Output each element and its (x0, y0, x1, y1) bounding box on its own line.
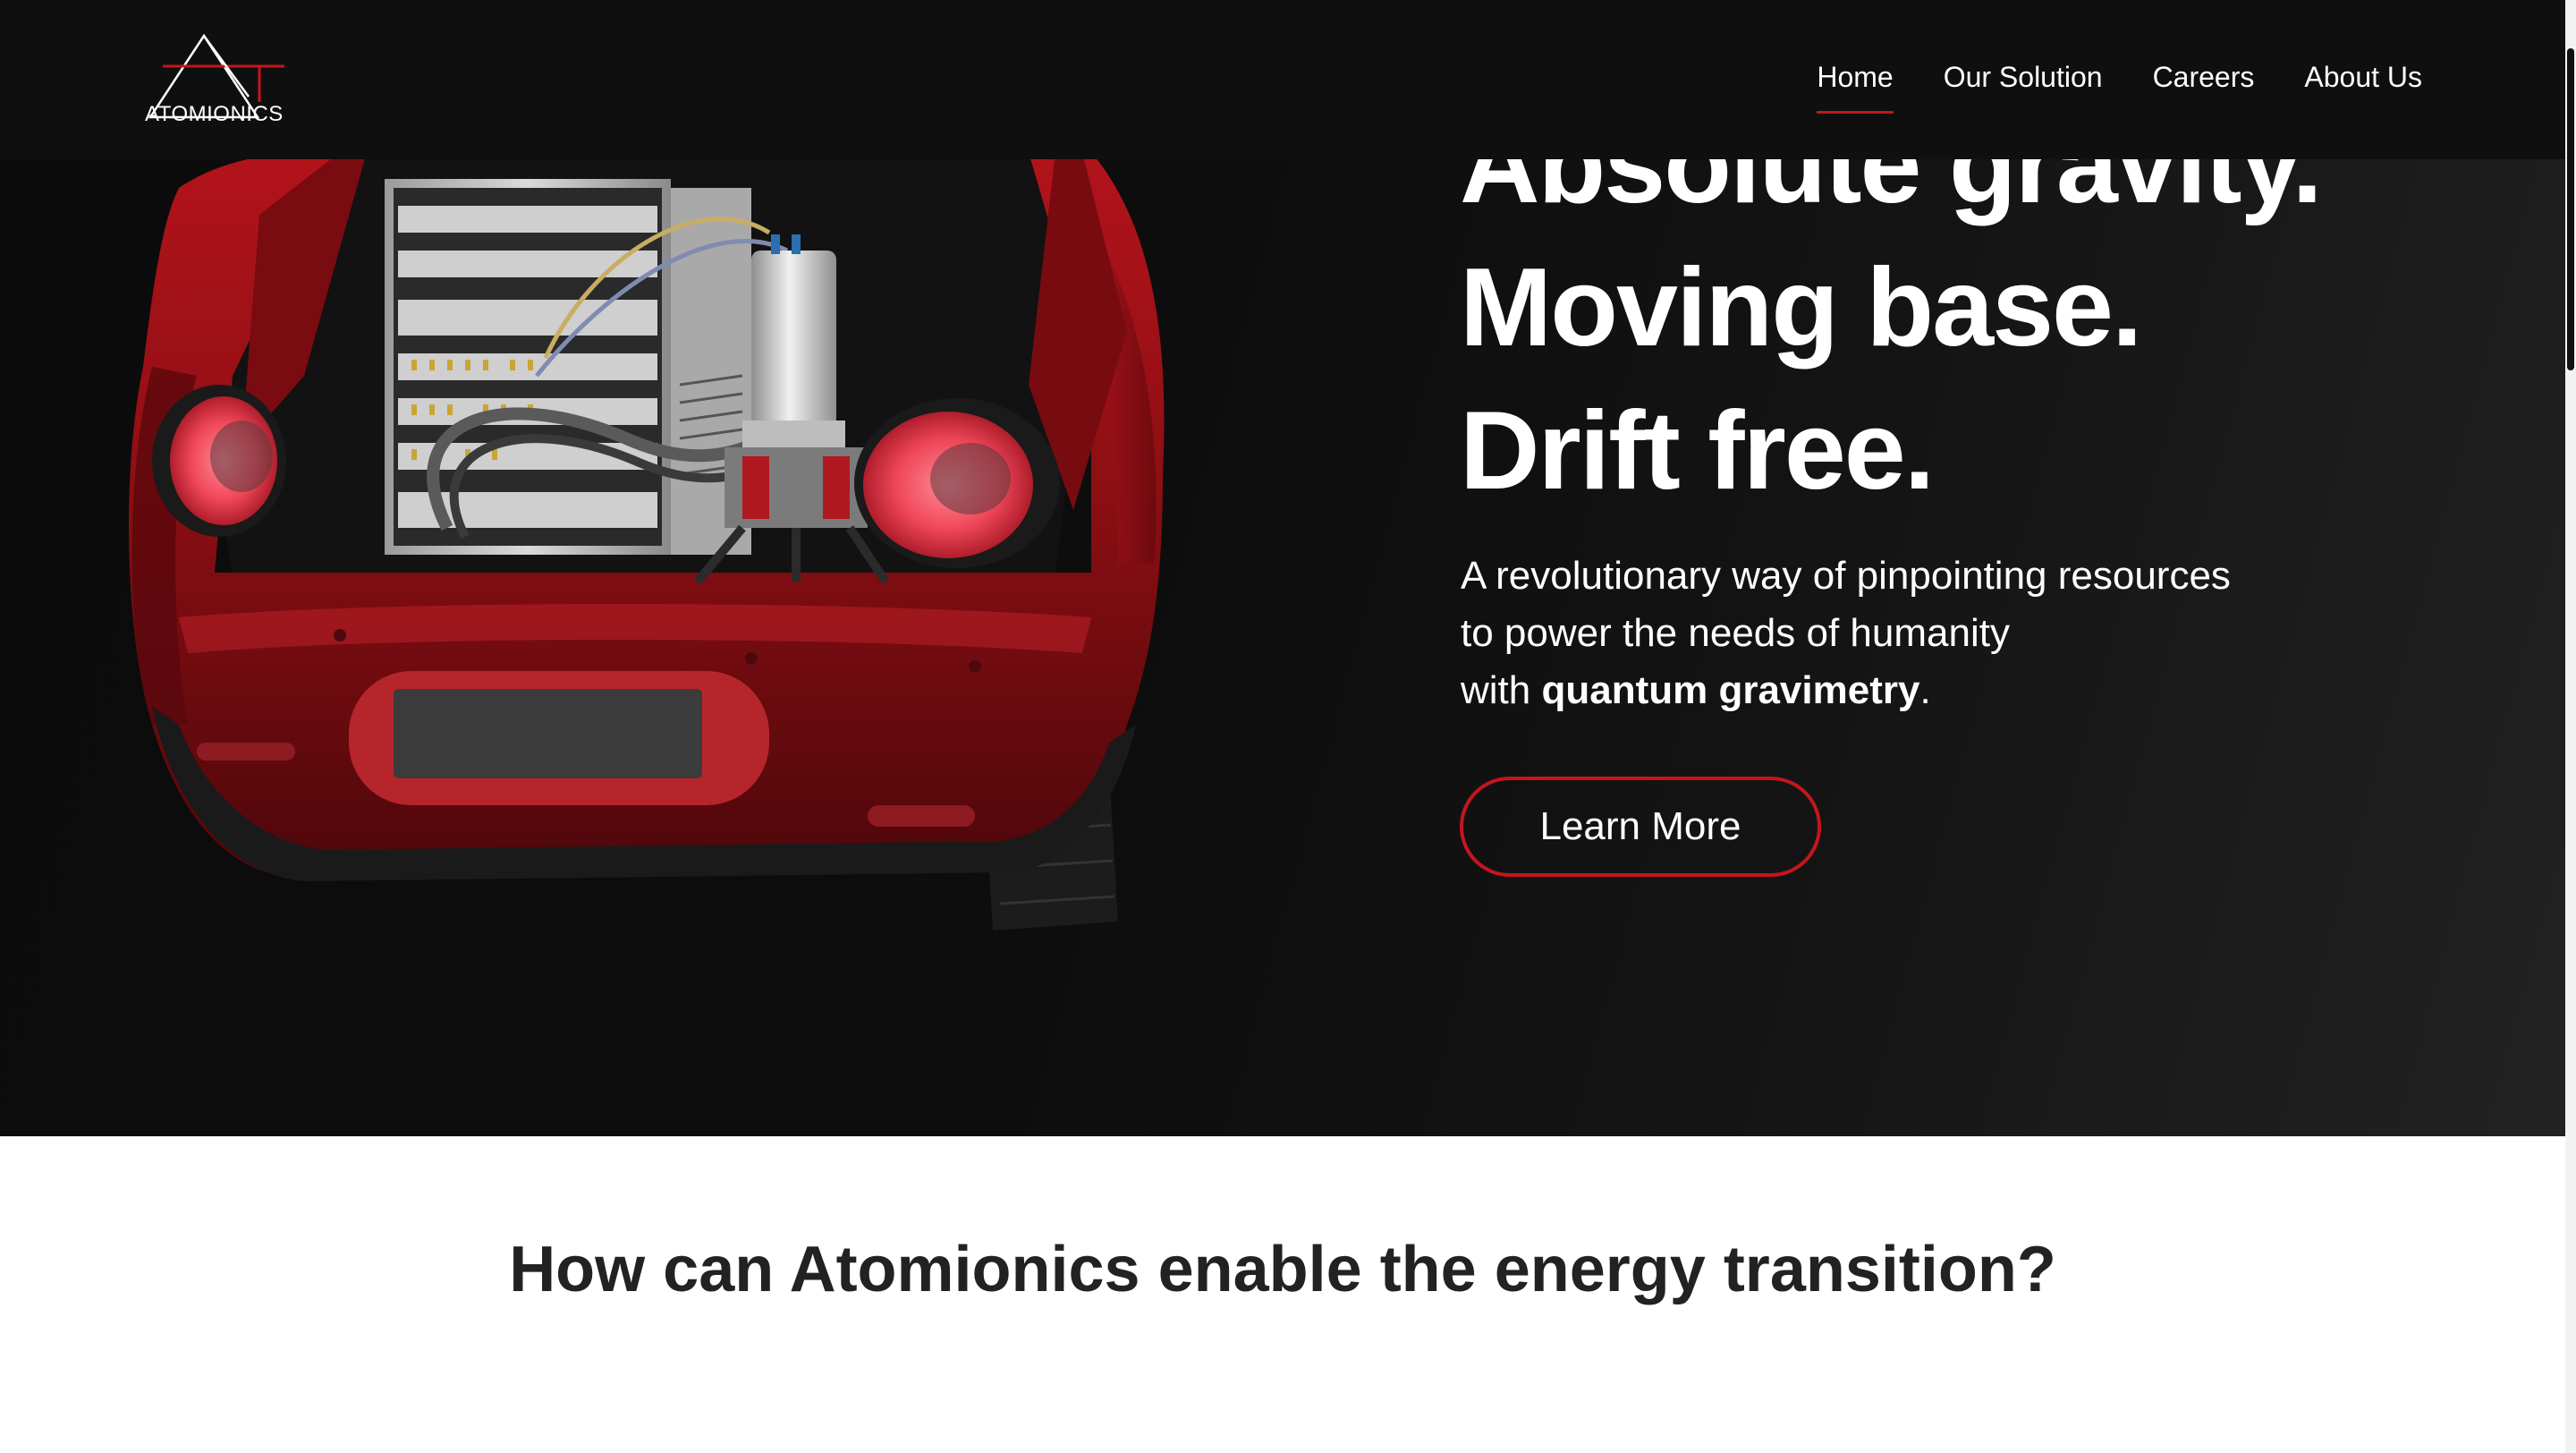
navbar: ATOMIONICS Home Our Solution Careers Abo… (0, 0, 2565, 159)
nav-item-about-us[interactable]: About Us (2304, 61, 2422, 94)
car-trunk-with-gravimeter-icon (125, 152, 1181, 939)
headline-line-3: Drift free. (1460, 389, 1935, 513)
subtext-prefix: with (1461, 668, 1542, 712)
subtext-line-3: with quantum gravimetry. (1461, 662, 2355, 719)
headline-line-2: Moving base. (1460, 246, 2142, 370)
page-scrollbar[interactable] (2565, 0, 2576, 1453)
logo-text: ATOMIONICS (145, 102, 284, 126)
hero-section: Absolute gravity. Moving base. Drift fre… (0, 0, 2565, 1136)
atomionics-logo[interactable]: ATOMIONICS (141, 32, 293, 131)
nav-item-our-solution[interactable]: Our Solution (1944, 61, 2103, 94)
nav-item-careers[interactable]: Careers (2153, 61, 2255, 94)
main-nav: Home Our Solution Careers About Us (1817, 61, 2422, 114)
subtext-line-2: to power the needs of humanity (1461, 611, 2010, 655)
subtext-emphasis: quantum gravimetry (1541, 668, 1920, 712)
scrollbar-thumb[interactable] (2567, 48, 2574, 370)
section-title: How can Atomionics enable the energy tra… (509, 1234, 2056, 1305)
page: Absolute gravity. Moving base. Drift fre… (0, 0, 2576, 1453)
learn-more-button[interactable]: Learn More (1460, 777, 1821, 877)
hero-subtext: A revolutionary way of pinpointing resou… (1461, 548, 2355, 719)
nav-item-home[interactable]: Home (1817, 61, 1894, 114)
subtext-suffix: . (1919, 668, 1931, 712)
subtext-line-1: A revolutionary way of pinpointing resou… (1461, 554, 2231, 598)
